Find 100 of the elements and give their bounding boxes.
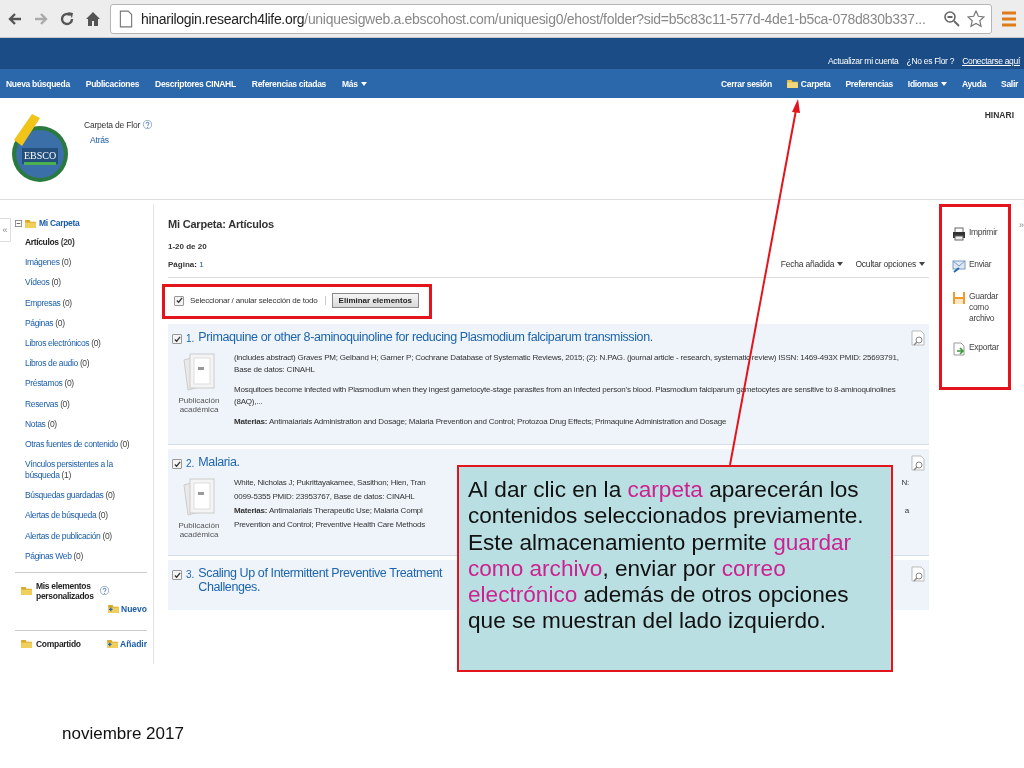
home-icon[interactable] <box>84 9 102 28</box>
result-text: White, Nicholas J; Pukrittayakamee, Sasithon; Hien, Tran <box>234 477 426 489</box>
folder-link[interactable]: Mi Carpeta <box>39 218 80 228</box>
preview-icon[interactable] <box>911 330 925 346</box>
publication-type: académica <box>179 530 219 539</box>
expand-tab[interactable]: » <box>1019 220 1024 664</box>
result-title-link[interactable]: Primaquine or other 8-aminoquinoline for reducing Plasmodium falciparum transmission. <box>198 330 653 344</box>
nav-link[interactable]: Cerrar sesión <box>720 78 772 89</box>
dropdown-link[interactable]: Ocultar opciones <box>855 259 925 269</box>
envelope-icon[interactable] <box>952 259 966 273</box>
result-text: 0099-5355 PMID: 23953767, Base de datos: CINAHL <box>234 491 415 503</box>
sidebar-item[interactable]: Otras fuentes de contenido (0) <box>25 438 147 450</box>
reload-icon[interactable] <box>58 9 76 28</box>
address-bar[interactable]: hinarilogin.research4life.org/uniquesigweb.a.ebscohost.com/uniquesig0/ehost/folder?sid=b5c83c11-577d-4de1-b5ca-078d830b337... <box>110 3 992 34</box>
sidebar-item[interactable]: Alertas de búsqueda (0) <box>25 510 147 522</box>
sidebar-item[interactable]: Notas (0) <box>25 418 147 430</box>
folder-icon <box>21 586 32 596</box>
checkbox[interactable] <box>172 570 182 580</box>
result-text: N: <box>901 477 909 489</box>
nav-link[interactable]: Más <box>342 78 367 89</box>
folder-icon <box>21 639 32 649</box>
help-icon[interactable] <box>143 120 153 129</box>
result-text: Materias: Antimalarials Therapeutic Use; Malaria Compl <box>234 505 423 517</box>
account-link[interactable]: Conectarse aquí <box>962 56 1020 66</box>
star-icon[interactable] <box>967 9 985 28</box>
result-text: Prevention and Control; Preventive Health Care Methods <box>234 519 426 531</box>
nav-link[interactable]: Descriptores CINAHL <box>155 78 236 89</box>
dropdown-link[interactable]: Fecha añadida <box>780 259 844 269</box>
account-link[interactable]: ¿No es Flor ? <box>906 56 955 66</box>
tool-link[interactable]: Exportar <box>969 342 1002 353</box>
zoom-icon[interactable] <box>943 9 961 28</box>
publication-type: Publicación <box>178 396 220 405</box>
result-title-link[interactable]: Challenges. <box>198 580 260 594</box>
sidebar-item[interactable]: Empresas (0) <box>25 297 147 309</box>
document-arrow-icon[interactable] <box>952 342 966 356</box>
publication-type: académica <box>179 405 219 414</box>
checkbox[interactable] <box>172 334 182 344</box>
help-icon[interactable] <box>100 586 109 596</box>
result-number: 3. <box>186 569 195 580</box>
collapse-tab[interactable]: « <box>0 218 11 242</box>
page-icon <box>117 9 135 28</box>
checkbox[interactable] <box>174 295 184 306</box>
preview-icon[interactable] <box>911 566 925 582</box>
preview-icon[interactable] <box>911 455 925 471</box>
result-range: 1-20 de 20 <box>168 242 208 251</box>
folder-icon <box>107 639 119 649</box>
tool-link[interactable]: Guardar como archivo <box>969 291 1002 324</box>
folder-icon <box>25 218 36 228</box>
tool-link[interactable]: Enviar <box>969 259 1002 270</box>
sidebar-item[interactable]: Imágenes (0) <box>25 257 147 269</box>
url-text: hinarilogin.research4life.org/uniquesigweb.a.ebscohost.com/uniquesig0/ehost/folder?sid=b5c83c11-577d-4de1-b5ca-078d830b337... <box>141 10 927 27</box>
publication-type: Publicación <box>178 521 220 530</box>
caret-icon <box>360 81 367 86</box>
section-action-link[interactable]: Nuevo <box>108 603 147 614</box>
section-label: Mis elementos personalizados <box>36 580 95 601</box>
collapse-tree-icon[interactable] <box>15 219 22 227</box>
tool-link[interactable]: Imprimir <box>969 227 1002 238</box>
sidebar-item[interactable]: Vínculos persistentes a la búsqueda (1) <box>25 459 147 482</box>
result-text: Materias: Antimalarials Administration and Dosage; Malaria Prevention and Control; Protozoa Drug Effects; Primaquine Administration and Dosage <box>234 416 727 428</box>
caret-icon <box>837 262 844 266</box>
section-action-link[interactable]: Añadir <box>107 638 147 649</box>
result-number: 2. <box>186 458 195 469</box>
nav-link[interactable]: Referencias citadas <box>251 78 326 89</box>
sidebar-item[interactable]: Artículos (20) <box>25 237 147 248</box>
result-text: a <box>904 505 909 517</box>
printer-icon[interactable] <box>952 227 966 241</box>
page-title: Mi Carpeta: Artículos <box>168 218 276 230</box>
sidebar-item[interactable]: Libros de audio (0) <box>25 358 147 370</box>
caret-icon <box>940 81 947 86</box>
nav-link[interactable]: Preferencias <box>845 78 893 89</box>
sidebar-item[interactable]: Vídeos (0) <box>25 277 147 289</box>
sidebar-item[interactable]: Reservas (0) <box>25 398 147 410</box>
folder-icon <box>786 79 798 88</box>
select-all-label: Seleccionar / anular selección de todo <box>190 296 326 305</box>
institution-label: HINARI <box>984 110 1014 120</box>
nav-link[interactable]: Idiomas <box>907 78 947 89</box>
sidebar-item[interactable]: Préstamos (0) <box>25 378 147 390</box>
result-title-link[interactable]: Scaling Up of Intermittent Preventive Treatment <box>198 566 443 580</box>
account-link[interactable]: Actualizar mi cuenta <box>828 56 899 66</box>
delete-button[interactable]: Eliminar elementos <box>331 293 419 308</box>
nav-link[interactable]: Nueva búsqueda <box>6 78 70 89</box>
nav-link[interactable]: Salir <box>1001 78 1018 89</box>
nav-link[interactable]: Ayuda <box>961 78 987 89</box>
sidebar-item[interactable]: Páginas (0) <box>25 317 147 329</box>
page-indicator: Página: 1 <box>168 260 204 269</box>
sidebar-item[interactable]: Páginas Web (0) <box>25 550 147 562</box>
result-number: 1. <box>186 333 195 344</box>
folder-icon <box>108 604 119 614</box>
sidebar-item[interactable]: Búsquedas guardadas (0) <box>25 490 147 502</box>
sidebar-item[interactable]: Libros electrónicos (0) <box>25 337 147 349</box>
checkbox[interactable] <box>172 459 182 469</box>
folder-title: Carpeta de Flor <box>84 120 141 130</box>
sidebar-item[interactable]: Alertas de publicación (0) <box>25 530 147 542</box>
menu-icon[interactable] <box>1000 9 1018 28</box>
result-title-link[interactable]: Malaria. <box>198 455 240 469</box>
nav-link[interactable]: Publicaciones <box>85 78 140 89</box>
back-link[interactable]: Atrás <box>84 135 153 145</box>
callout-text: Al dar clic en la carpeta aparecerán los contenidos seleccionados previamente. Este almacenamiento permite guardar como archivo, enviar por correo electrónico además de otros opciones que se muestran del lado izquierdo. <box>468 477 865 635</box>
caret-icon <box>919 262 925 266</box>
nav-link[interactable]: Carpeta <box>786 78 831 89</box>
